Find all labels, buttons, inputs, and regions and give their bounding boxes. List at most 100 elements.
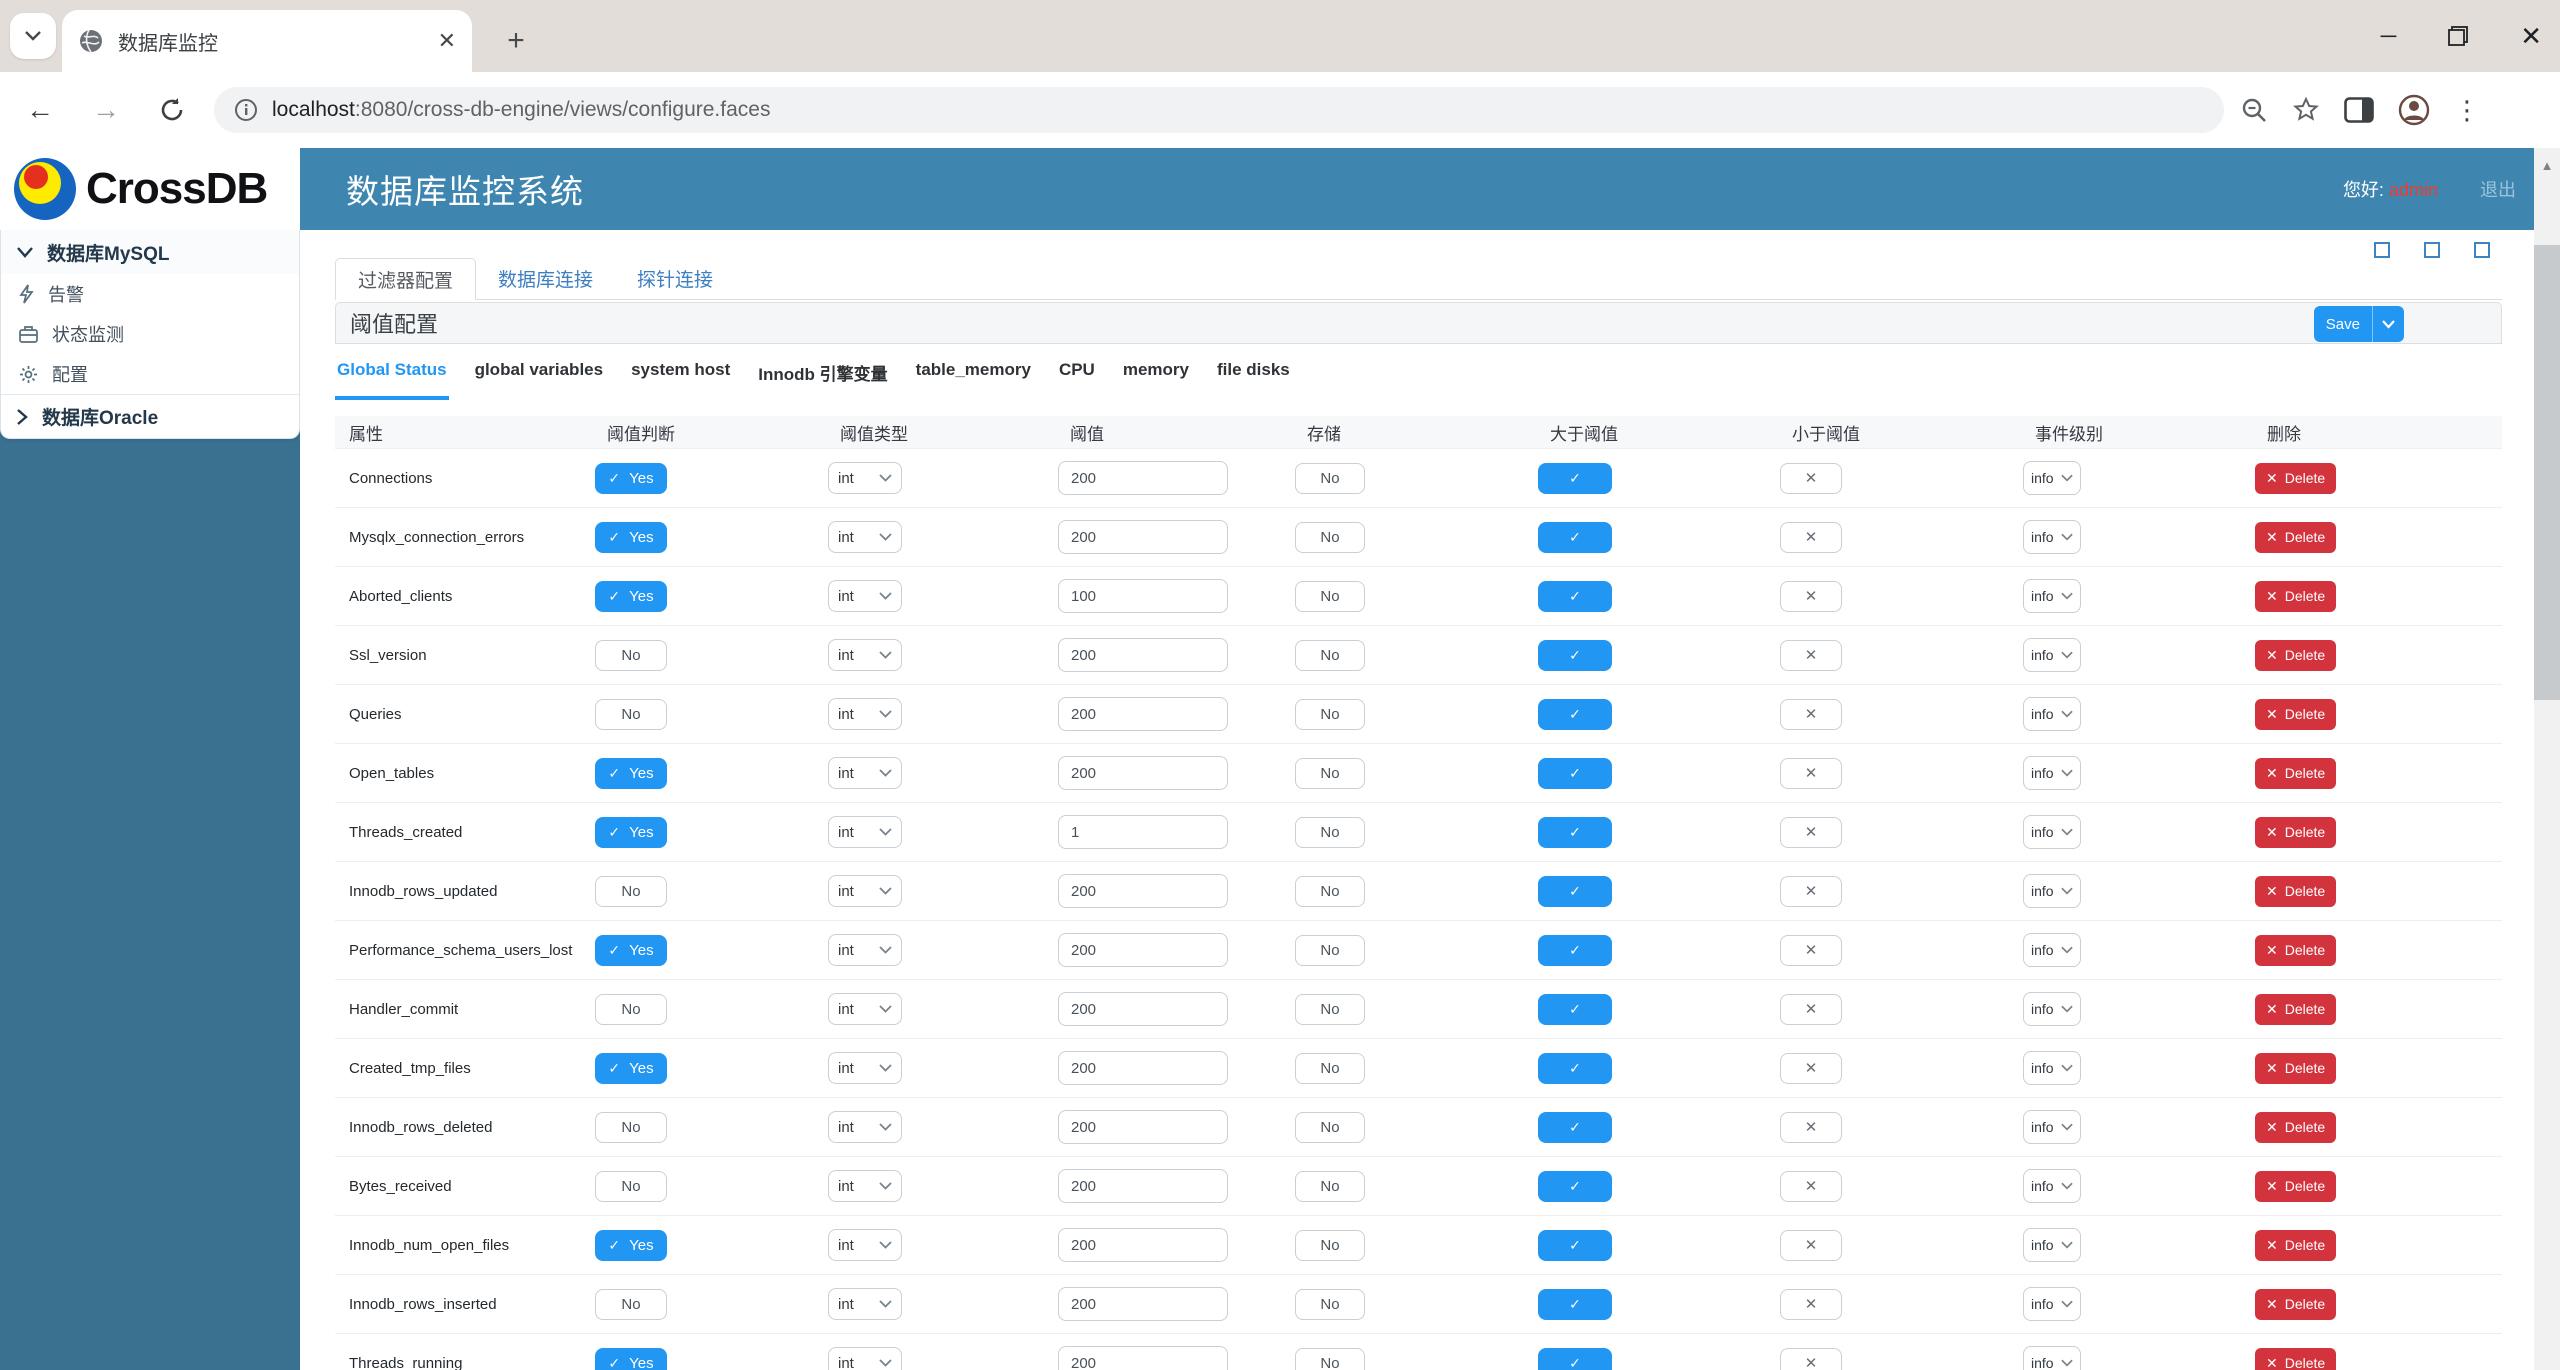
threshold-judge-toggle[interactable]: ✓ Yes <box>595 580 667 612</box>
save-dropdown-caret[interactable] <box>2373 319 2404 329</box>
delete-button[interactable]: ✕ Delete <box>2255 1170 2337 1202</box>
subtab-table-memory[interactable]: table_memory <box>914 356 1033 400</box>
store-toggle[interactable]: No <box>1295 1288 1365 1320</box>
tab-db-connection[interactable]: 数据库连接 <box>476 258 615 299</box>
store-toggle[interactable]: No <box>1295 875 1365 907</box>
event-level-select[interactable]: info <box>2023 1228 2081 1262</box>
sidebar-item-config[interactable]: 配置 <box>1 354 299 394</box>
address-bar[interactable]: localhost:8080/cross-db-engine/views/con… <box>214 87 2224 133</box>
threshold-value-input[interactable] <box>1058 815 1228 849</box>
delete-button[interactable]: ✕ Delete <box>2255 698 2337 730</box>
threshold-type-select[interactable]: int <box>828 934 902 966</box>
event-level-select[interactable]: info <box>2023 1110 2081 1144</box>
subtab-file-disks[interactable]: file disks <box>1215 356 1292 400</box>
threshold-judge-toggle[interactable]: ✓ Yes <box>595 1347 667 1370</box>
greater-than-toggle[interactable]: ✓ <box>1538 1170 1612 1202</box>
delete-button[interactable]: ✕ Delete <box>2255 639 2337 671</box>
threshold-value-input[interactable] <box>1058 697 1228 731</box>
tab-filter-config[interactable]: 过滤器配置 <box>335 258 477 300</box>
less-than-toggle[interactable]: ✕ <box>1780 1111 1842 1143</box>
store-toggle[interactable]: No <box>1295 993 1365 1025</box>
store-toggle[interactable]: No <box>1295 1052 1365 1084</box>
threshold-judge-toggle[interactable]: ✓ Yes <box>595 521 667 553</box>
delete-button[interactable]: ✕ Delete <box>2255 816 2337 848</box>
forward-button[interactable]: → <box>80 84 132 136</box>
less-than-toggle[interactable]: ✕ <box>1780 462 1842 494</box>
greater-than-toggle[interactable]: ✓ <box>1538 698 1612 730</box>
event-level-select[interactable]: info <box>2023 815 2081 849</box>
sidebar-group-oracle[interactable]: 数据库Oracle <box>1 394 299 438</box>
threshold-judge-toggle[interactable]: ✓ Yes <box>595 1052 667 1084</box>
window-minimize-button[interactable]: ─ <box>2381 23 2397 49</box>
threshold-value-input[interactable] <box>1058 933 1228 967</box>
threshold-type-select[interactable]: int <box>828 580 902 612</box>
threshold-judge-toggle[interactable]: ✓ Yes <box>595 816 667 848</box>
unknown-glyph-icon[interactable] <box>2474 242 2490 258</box>
threshold-judge-toggle[interactable]: ✓ Yes <box>595 934 667 966</box>
event-level-select[interactable]: info <box>2023 520 2081 554</box>
side-panel-icon[interactable] <box>2344 97 2374 123</box>
less-than-toggle[interactable]: ✕ <box>1780 934 1842 966</box>
reload-button[interactable] <box>146 84 198 136</box>
greater-than-toggle[interactable]: ✓ <box>1538 934 1612 966</box>
threshold-value-input[interactable] <box>1058 1287 1228 1321</box>
delete-button[interactable]: ✕ Delete <box>2255 757 2337 789</box>
back-button[interactable]: ← <box>14 84 66 136</box>
store-toggle[interactable]: No <box>1295 580 1365 612</box>
store-toggle[interactable]: No <box>1295 1170 1365 1202</box>
profile-avatar[interactable] <box>2398 94 2430 126</box>
store-toggle[interactable]: No <box>1295 816 1365 848</box>
threshold-judge-toggle[interactable]: ✓ Yes <box>595 757 667 789</box>
threshold-type-select[interactable]: int <box>828 462 902 494</box>
page-scrollbar[interactable]: ▲ <box>2534 148 2560 1370</box>
event-level-select[interactable]: info <box>2023 1051 2081 1085</box>
event-level-select[interactable]: info <box>2023 1169 2081 1203</box>
unknown-glyph-icon[interactable] <box>2374 242 2390 258</box>
delete-button[interactable]: ✕ Delete <box>2255 1052 2337 1084</box>
threshold-type-select[interactable]: int <box>828 639 902 671</box>
threshold-judge-toggle[interactable]: No <box>595 875 667 907</box>
event-level-select[interactable]: info <box>2023 638 2081 672</box>
less-than-toggle[interactable]: ✕ <box>1780 757 1842 789</box>
store-toggle[interactable]: No <box>1295 462 1365 494</box>
new-tab-button[interactable]: + <box>495 20 537 62</box>
menu-kebab-icon[interactable]: ⋮ <box>2454 95 2480 126</box>
store-toggle[interactable]: No <box>1295 1111 1365 1143</box>
sidebar-group-mysql[interactable]: 数据库MySQL <box>1 230 299 274</box>
threshold-value-input[interactable] <box>1058 520 1228 554</box>
less-than-toggle[interactable]: ✕ <box>1780 1052 1842 1084</box>
threshold-value-input[interactable] <box>1058 1110 1228 1144</box>
tab-probe-connection[interactable]: 探针连接 <box>615 258 735 299</box>
tab-close-icon[interactable]: ✕ <box>438 28 456 54</box>
window-maximize-button[interactable] <box>2448 26 2469 46</box>
threshold-value-input[interactable] <box>1058 638 1228 672</box>
threshold-value-input[interactable] <box>1058 1228 1228 1262</box>
subtab-innodb-vars[interactable]: Innodb 引擎变量 <box>756 356 889 400</box>
greater-than-toggle[interactable]: ✓ <box>1538 757 1612 789</box>
store-toggle[interactable]: No <box>1295 1347 1365 1370</box>
threshold-judge-toggle[interactable]: No <box>595 698 667 730</box>
delete-button[interactable]: ✕ Delete <box>2255 993 2337 1025</box>
threshold-type-select[interactable]: int <box>828 698 902 730</box>
event-level-select[interactable]: info <box>2023 579 2081 613</box>
less-than-toggle[interactable]: ✕ <box>1780 1288 1842 1320</box>
event-level-select[interactable]: info <box>2023 461 2081 495</box>
threshold-type-select[interactable]: int <box>828 757 902 789</box>
store-toggle[interactable]: No <box>1295 1229 1365 1261</box>
event-level-select[interactable]: info <box>2023 933 2081 967</box>
greater-than-toggle[interactable]: ✓ <box>1538 993 1612 1025</box>
less-than-toggle[interactable]: ✕ <box>1780 698 1842 730</box>
subtab-cpu[interactable]: CPU <box>1057 356 1097 400</box>
threshold-judge-toggle[interactable]: No <box>595 1288 667 1320</box>
threshold-value-input[interactable] <box>1058 1169 1228 1203</box>
subtab-memory[interactable]: memory <box>1121 356 1191 400</box>
threshold-type-select[interactable]: int <box>828 816 902 848</box>
less-than-toggle[interactable]: ✕ <box>1780 639 1842 671</box>
greater-than-toggle[interactable]: ✓ <box>1538 1347 1612 1370</box>
threshold-judge-toggle[interactable]: ✓ Yes <box>595 462 667 494</box>
scrollbar-thumb[interactable] <box>2534 245 2560 700</box>
store-toggle[interactable]: No <box>1295 521 1365 553</box>
greater-than-toggle[interactable]: ✓ <box>1538 1111 1612 1143</box>
window-close-button[interactable]: ✕ <box>2520 21 2542 52</box>
subtab-global-variables[interactable]: global variables <box>473 356 606 400</box>
